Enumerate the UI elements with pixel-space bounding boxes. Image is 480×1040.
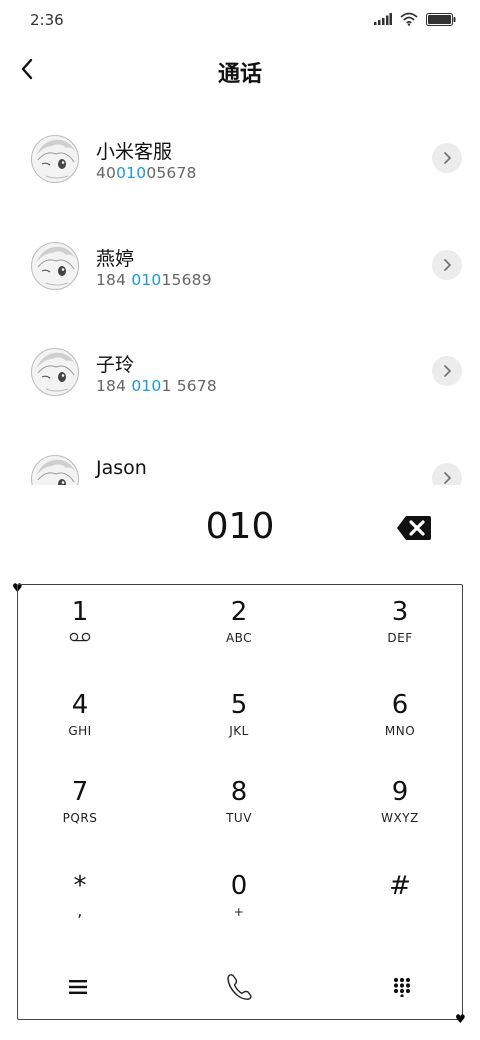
contact-name: 子玲: [96, 354, 135, 376]
signal-icon: [374, 13, 392, 25]
avatar-image-icon: [36, 459, 76, 485]
avatar: [31, 135, 79, 183]
key-letters: WXYZ: [381, 811, 419, 825]
avatar-image-icon: [36, 352, 76, 392]
key-digit: 5: [230, 690, 248, 720]
chevron-right-icon: [444, 152, 451, 164]
status-bar: 2:36: [0, 0, 480, 42]
avatar: [31, 242, 79, 290]
number-prefix: 40: [96, 164, 117, 182]
number-suffix: 15689: [161, 271, 212, 289]
corner-handle-icon[interactable]: ♥: [455, 1012, 466, 1026]
contact-row[interactable]: 小米客服 4001005678: [0, 105, 480, 211]
menu-icon: [69, 980, 87, 994]
dialpad-icon: [393, 977, 411, 997]
number-match: 010: [131, 377, 162, 395]
contact-list: 小米客服 4001005678 燕婷 184 01015689 子玲 184 0…: [0, 105, 480, 485]
key-letters: PQRS: [62, 811, 98, 825]
backspace-button[interactable]: [396, 514, 432, 542]
number-suffix: 05678: [146, 164, 197, 182]
key-star[interactable]: * ,: [10, 871, 150, 955]
contact-number: 184 01015689: [96, 271, 212, 289]
key-hash[interactable]: #: [330, 871, 470, 955]
chevron-right-icon: [444, 472, 451, 484]
key-letters: ABC: [225, 631, 253, 645]
number-suffix: 1 5678: [161, 377, 217, 395]
avatar: [31, 348, 79, 396]
key-digit: 1: [71, 597, 89, 627]
contact-name: Jason: [96, 457, 147, 479]
avatar-image-icon: [36, 246, 76, 286]
key-digit: #: [389, 871, 411, 901]
key-letters: GHI: [68, 724, 92, 738]
key-1[interactable]: 1: [10, 597, 150, 681]
page-title: 通话: [217, 62, 262, 87]
dial-keypad: 1 2 ABC 3 DEF 4 GHI 5 JKL 6 MNO 7 PQRS 8…: [17, 584, 463, 1020]
key-8[interactable]: 8 TUV: [169, 777, 309, 861]
backspace-icon: [397, 516, 431, 540]
menu-button[interactable]: [48, 965, 108, 1009]
contact-number: 4001005678: [96, 164, 197, 182]
key-9[interactable]: 9 WXYZ: [330, 777, 470, 861]
key-0[interactable]: 0 +: [169, 871, 309, 955]
battery-icon: [426, 12, 456, 26]
status-time: 2:36: [30, 11, 64, 29]
contact-row[interactable]: Jason: [0, 425, 480, 485]
phone-icon: [227, 974, 252, 1000]
key-2[interactable]: 2 ABC: [169, 597, 309, 681]
contact-detail-button[interactable]: [432, 250, 462, 280]
key-digit: *: [73, 871, 87, 901]
key-7[interactable]: 7 PQRS: [10, 777, 150, 861]
key-letters: MNO: [384, 724, 416, 738]
key-4[interactable]: 4 GHI: [10, 690, 150, 774]
contact-name: 燕婷: [96, 248, 135, 270]
key-letters: +: [233, 905, 245, 919]
avatar-image-icon: [36, 139, 76, 179]
key-digit: 2: [230, 597, 248, 627]
key-letters: JKL: [229, 724, 249, 738]
key-letters: TUV: [226, 811, 252, 825]
key-digit: 6: [391, 690, 409, 720]
contact-detail-button[interactable]: [432, 356, 462, 386]
avatar: [31, 455, 79, 485]
contact-row[interactable]: 子玲 184 0101 5678: [0, 318, 480, 424]
voicemail-icon: [10, 631, 150, 645]
status-icons: [374, 12, 456, 26]
chevron-right-icon: [444, 365, 451, 377]
key-6[interactable]: 6 MNO: [330, 690, 470, 774]
contact-detail-button[interactable]: [432, 143, 462, 173]
key-digit: 3: [391, 597, 409, 627]
wifi-icon: [400, 12, 418, 26]
number-prefix: 184: [96, 271, 132, 289]
contact-row[interactable]: 燕婷 184 01015689: [0, 212, 480, 318]
number-match: 010: [116, 164, 147, 182]
dial-input-area: 010: [0, 500, 480, 560]
key-letters: ,: [77, 901, 83, 920]
key-digit: 8: [230, 777, 248, 807]
call-button[interactable]: [209, 965, 269, 1009]
key-letters: DEF: [387, 631, 413, 645]
key-digit: 9: [391, 777, 409, 807]
key-3[interactable]: 3 DEF: [330, 597, 470, 681]
key-digit: 0: [230, 871, 248, 901]
contact-name: 小米客服: [96, 141, 173, 163]
number-prefix: 184: [96, 377, 132, 395]
contact-number: 184 0101 5678: [96, 377, 217, 395]
key-5[interactable]: 5 JKL: [169, 690, 309, 774]
key-digit: 7: [71, 777, 89, 807]
number-match: 010: [131, 271, 162, 289]
dialpad-toggle-button[interactable]: [372, 965, 432, 1009]
key-digit: 4: [71, 690, 89, 720]
chevron-right-icon: [444, 259, 451, 271]
header: 通话: [0, 42, 480, 98]
contact-detail-button[interactable]: [432, 463, 462, 485]
